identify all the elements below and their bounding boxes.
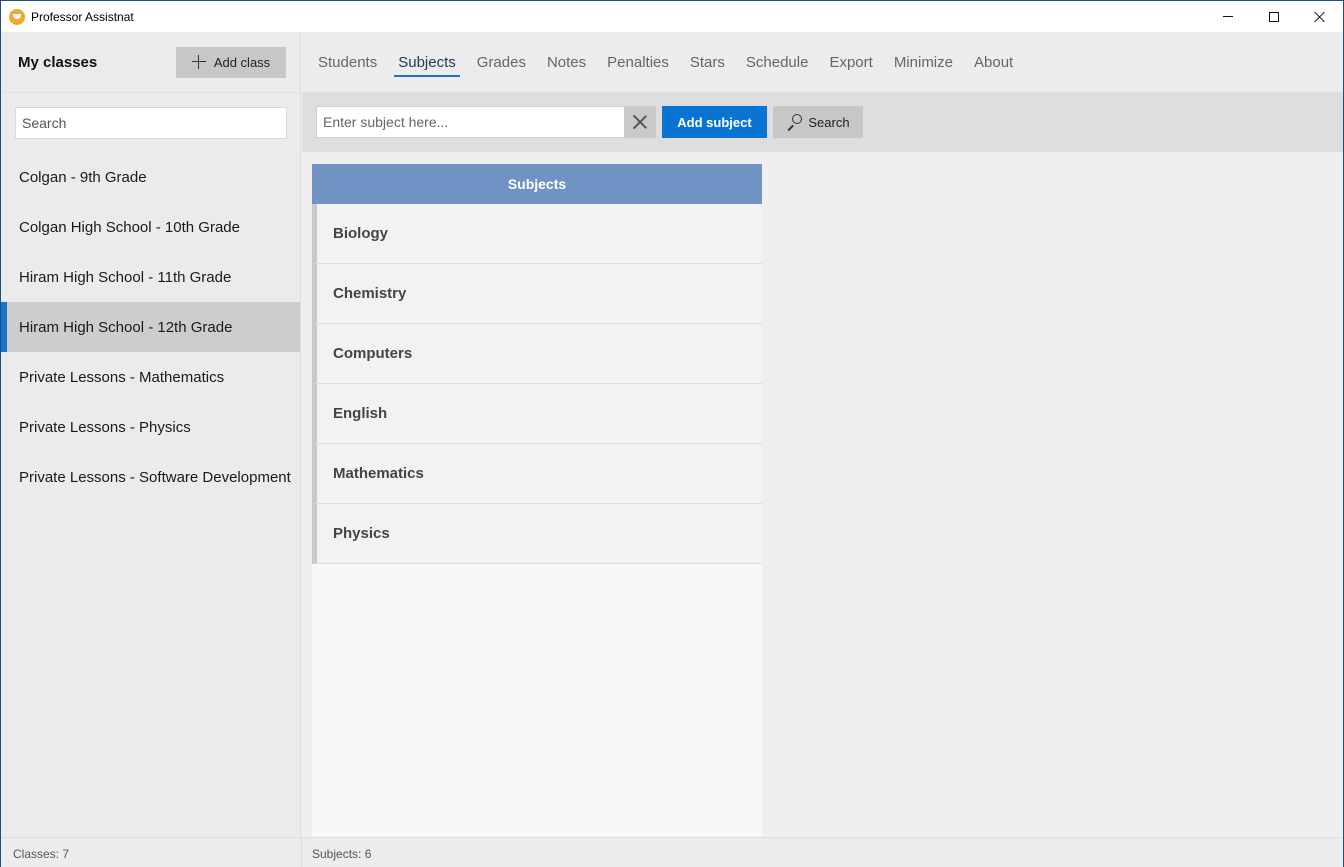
tab-stars[interactable]: Stars	[688, 48, 727, 77]
classes-count: Classes: 7	[13, 847, 70, 861]
plus-icon	[191, 55, 206, 69]
status-divider	[301, 838, 302, 867]
class-list-item[interactable]: Colgan High School - 10th Grade	[1, 202, 300, 252]
subject-row[interactable]: English	[312, 384, 762, 444]
class-list-item[interactable]: Colgan - 9th Grade	[1, 152, 300, 202]
clear-subject-button[interactable]	[624, 106, 656, 138]
subject-list: Biology Chemistry Computers English Mathemat…	[312, 204, 762, 564]
class-list-item[interactable]: Hiram High School - 12th Grade	[1, 302, 300, 352]
subject-row[interactable]: Chemistry	[312, 264, 762, 324]
add-subject-button[interactable]: Add subject	[662, 106, 767, 138]
app-window: Professor Assistnat My classes Add class…	[0, 0, 1344, 867]
tab-subjects[interactable]: Subjects	[394, 48, 460, 77]
tab-minimize[interactable]: Minimize	[892, 48, 955, 77]
main-tabs: Students Subjects Grades Notes Penalties Star…	[302, 32, 1343, 92]
app-logo-icon	[9, 8, 25, 25]
search-button-label: Search	[808, 114, 850, 130]
subjects-count: Subjects: 6	[312, 847, 372, 861]
minimize-icon	[1223, 16, 1233, 17]
title-bar[interactable]: Professor Assistnat	[1, 1, 1343, 32]
class-search-input[interactable]	[15, 107, 287, 139]
sidebar-search-area	[1, 92, 300, 152]
class-list-item[interactable]: Private Lessons - Physics	[1, 402, 300, 452]
class-list-item[interactable]: Private Lessons - Mathematics	[1, 352, 300, 402]
sidebar-title: My classes	[18, 53, 98, 71]
tab-students[interactable]: Students	[316, 48, 379, 77]
maximize-window-button[interactable]	[1251, 1, 1297, 32]
search-subject-button[interactable]: Search	[773, 106, 863, 138]
add-class-button[interactable]: Add class	[176, 46, 286, 78]
subject-toolbar: Add subject Search	[302, 92, 1343, 152]
subject-row[interactable]: Mathematics	[312, 444, 762, 504]
subject-row[interactable]: Physics	[312, 504, 762, 564]
subjects-column-header: Subjects	[312, 164, 762, 204]
close-window-button[interactable]	[1297, 1, 1343, 32]
class-list: Colgan - 9th Grade Colgan High School - 1…	[1, 152, 300, 502]
window-controls	[1205, 1, 1343, 32]
sidebar-header: My classes Add class	[1, 32, 300, 92]
class-list-item[interactable]: Hiram High School - 11th Grade	[1, 252, 300, 302]
close-icon	[1314, 11, 1326, 23]
class-list-item[interactable]: Private Lessons - Software Development	[1, 452, 300, 502]
search-icon	[786, 114, 803, 131]
window-title: Professor Assistnat	[31, 9, 134, 24]
add-class-label: Add class	[213, 54, 271, 70]
minimize-window-button[interactable]	[1205, 1, 1251, 32]
close-icon	[633, 115, 647, 129]
sidebar: My classes Add class Colgan - 9th GradeC…	[1, 32, 301, 837]
tab-schedule[interactable]: Schedule	[744, 48, 811, 77]
status-bar: Classes: 7 Subjects: 6	[1, 837, 1343, 867]
tab-about[interactable]: About	[972, 48, 1015, 77]
tab-grades[interactable]: Grades	[475, 48, 528, 77]
subject-input[interactable]	[316, 106, 624, 138]
tab-notes[interactable]: Notes	[545, 48, 588, 77]
tab-export[interactable]: Export	[827, 48, 874, 77]
tab-penalties[interactable]: Penalties	[605, 48, 671, 77]
subjects-panel: Subjects Biology Chemistry Computers Englis…	[312, 164, 762, 837]
subject-row[interactable]: Computers	[312, 324, 762, 384]
subject-row[interactable]: Biology	[312, 204, 762, 264]
maximize-icon	[1269, 11, 1279, 22]
